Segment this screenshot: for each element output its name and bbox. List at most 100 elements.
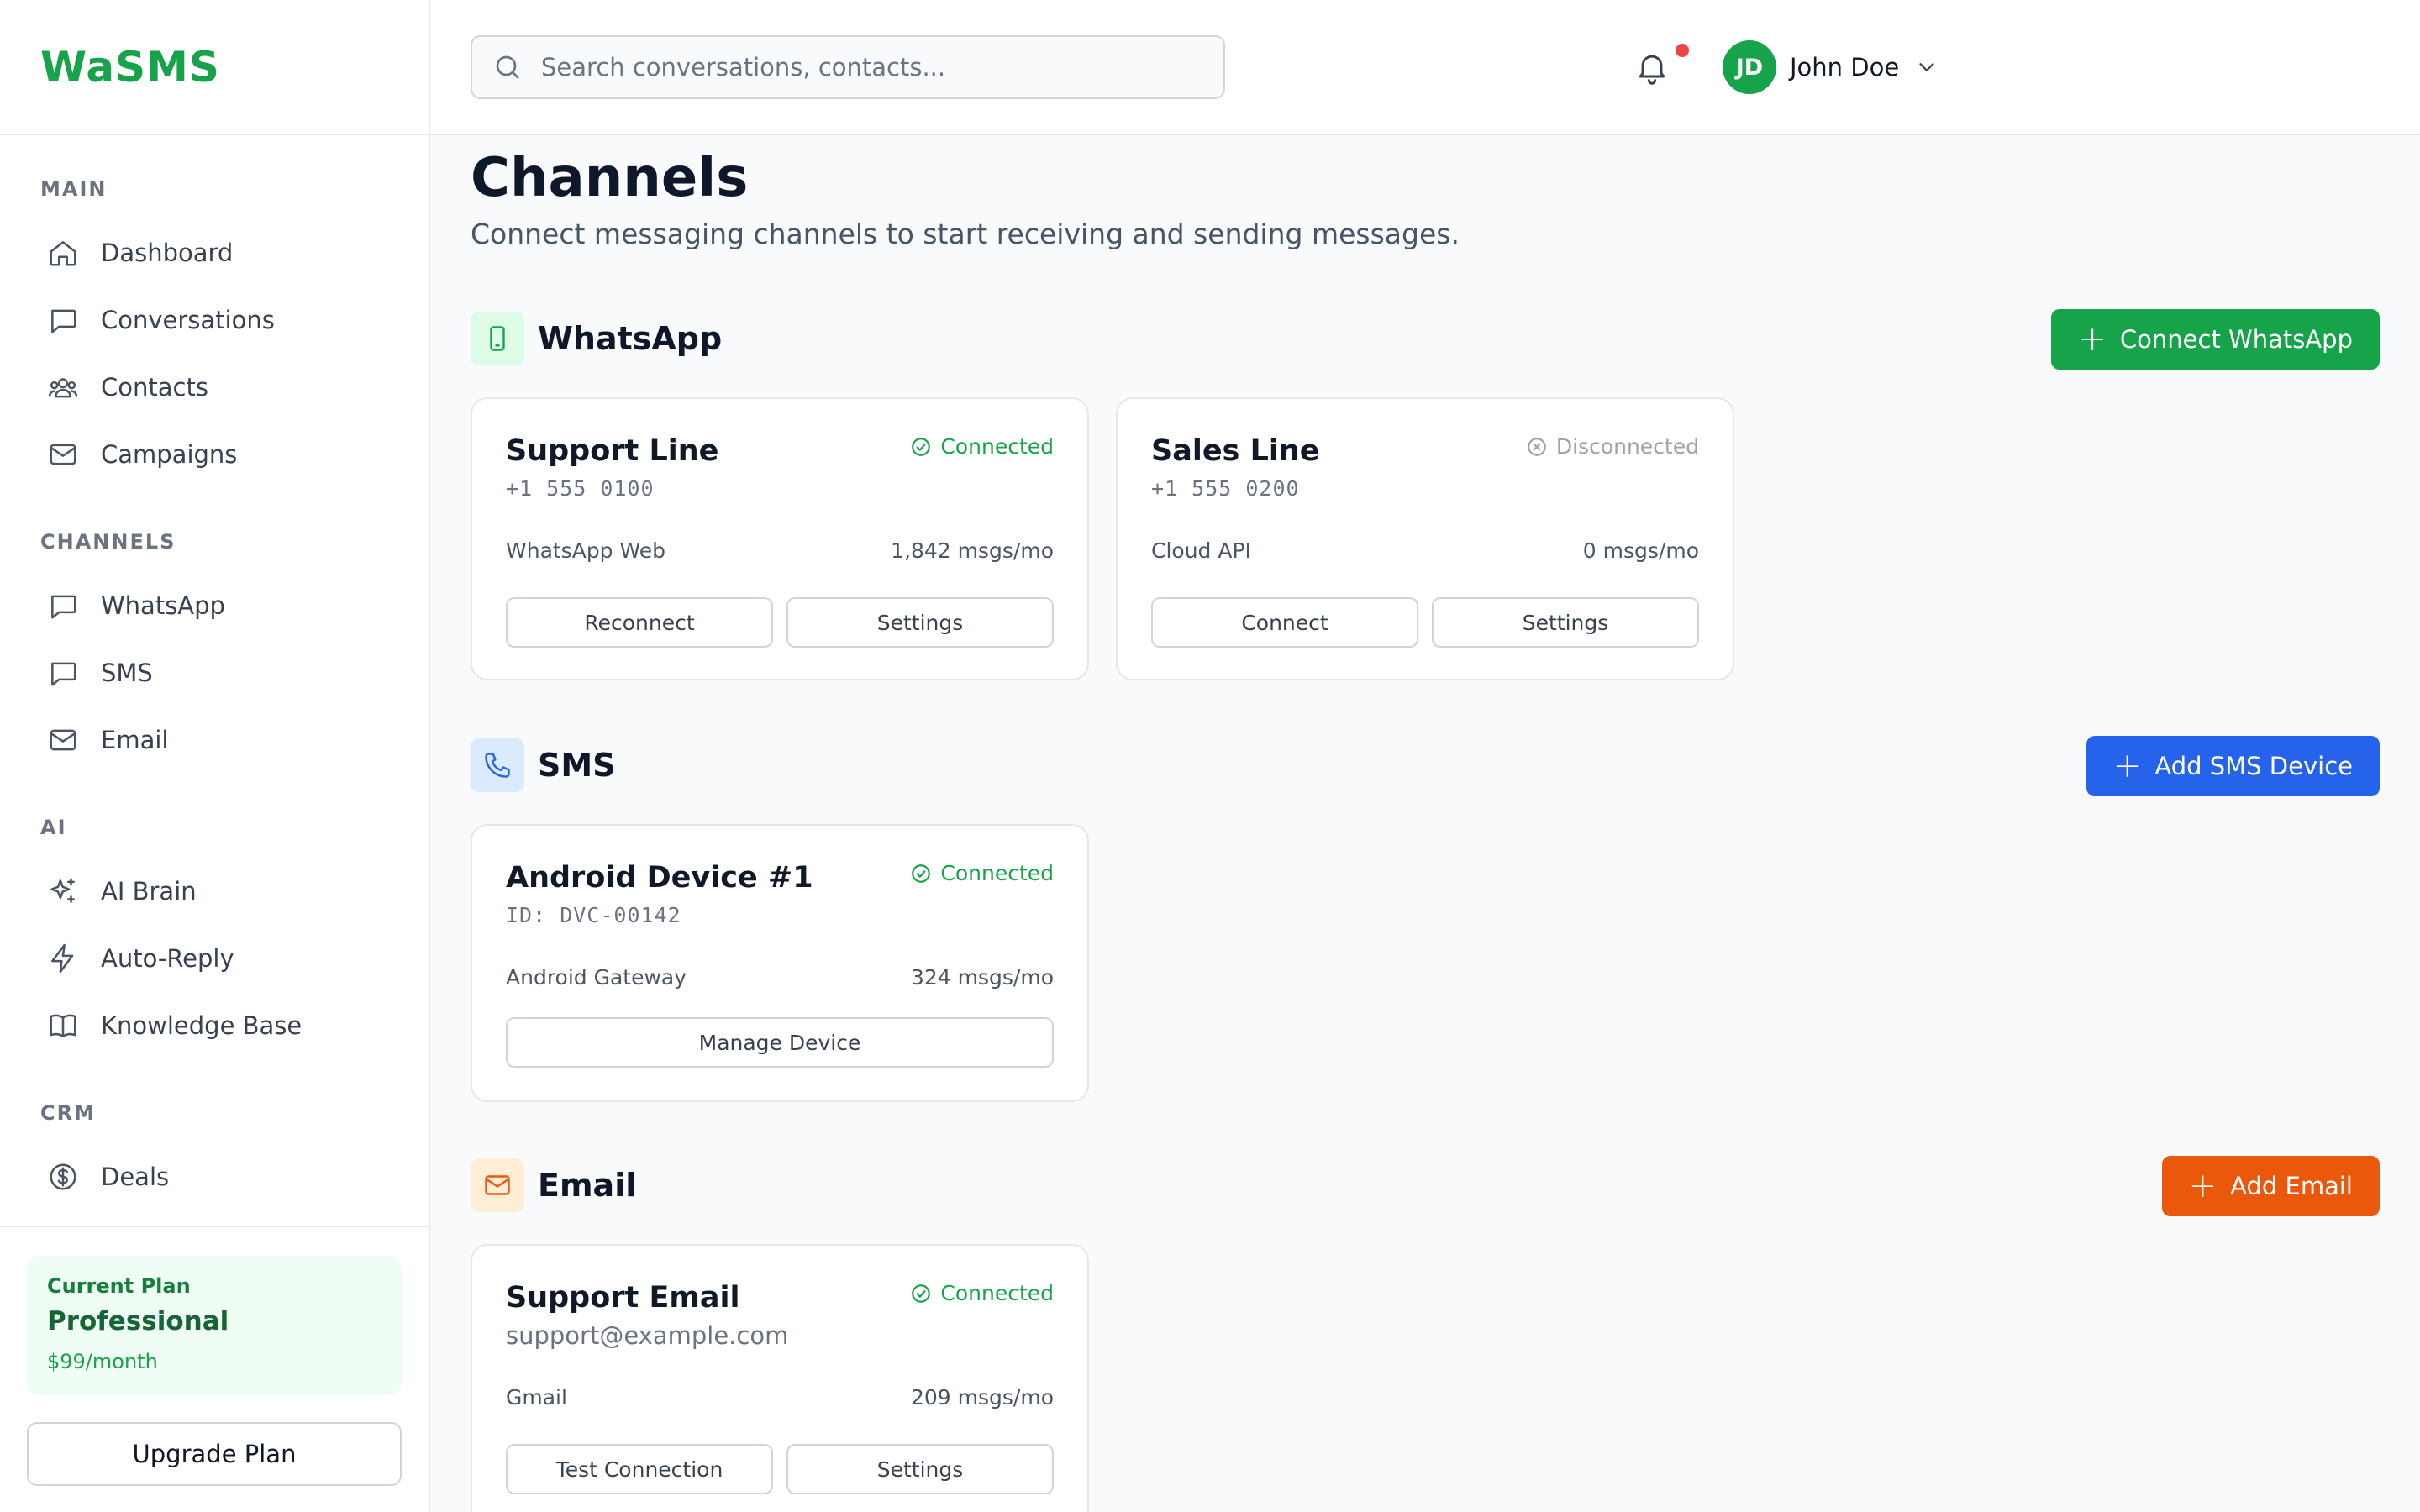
settings-button[interactable]: Settings [786, 597, 1054, 648]
status-text: Connected [940, 434, 1054, 459]
plan-price: $99/month [47, 1350, 158, 1373]
app-logo[interactable]: WaSMS [40, 43, 220, 92]
sidebar-item-auto-reply[interactable]: Auto-Reply [27, 925, 402, 992]
top-header: JD John Doe [430, 0, 2420, 135]
plan-name: Professional [47, 1306, 229, 1336]
sidebar-item-contacts[interactable]: Contacts [27, 354, 402, 421]
channel-card-support-line: Support Line +1 555 0100 Connected Whats… [471, 397, 1089, 680]
plus-icon: + [2188, 1167, 2217, 1205]
connect-button[interactable]: Connect [1151, 597, 1418, 648]
status-badge: Connected [910, 1281, 1054, 1305]
plus-icon: + [2078, 320, 2107, 359]
sidebar: WaSMS MAIN Dashboard Conversations Conta… [0, 0, 430, 1512]
channel-card-support-email: Support Email support@example.com Connec… [471, 1244, 1089, 1512]
sidebar-item-label: AI Brain [101, 877, 197, 906]
card-email-address: support@example.com [506, 1321, 789, 1350]
user-menu[interactable]: JD John Doe [1723, 39, 1939, 95]
sidebar-item-label: Conversations [101, 306, 275, 334]
card-volume: 1,842 msgs/mo [891, 538, 1054, 563]
upgrade-plan-button[interactable]: Upgrade Plan [27, 1422, 402, 1486]
email-section-header: Email [471, 1158, 2380, 1212]
settings-button[interactable]: Settings [1432, 597, 1699, 648]
button-label: Add Email [2230, 1172, 2353, 1200]
card-type: WhatsApp Web [506, 538, 666, 563]
sidebar-item-ai-brain[interactable]: AI Brain [27, 858, 402, 925]
sidebar-item-campaigns[interactable]: Campaigns [27, 421, 402, 488]
card-title: Android Device #1 [506, 861, 813, 895]
phone-device-icon [490, 326, 505, 351]
card-volume: 324 msgs/mo [910, 965, 1054, 990]
notification-dot [1676, 44, 1689, 57]
card-title: Sales Line [1151, 434, 1320, 468]
sidebar-item-label: Campaigns [101, 440, 238, 469]
card-type: Gmail [506, 1385, 567, 1410]
chat-icon [51, 595, 76, 619]
avatar: JD [1723, 40, 1776, 94]
sms-section-title: SMS [538, 747, 616, 784]
check-circle-icon [912, 437, 931, 456]
check-circle-icon [912, 1284, 931, 1303]
whatsapp-icon-box [471, 312, 524, 365]
chat-icon [51, 309, 76, 333]
connect-whatsapp-button[interactable]: + Connect WhatsApp [2051, 309, 2380, 370]
sidebar-item-label: Knowledge Base [101, 1011, 302, 1040]
card-title: Support Line [506, 434, 719, 468]
sidebar-item-whatsapp[interactable]: WhatsApp [27, 572, 402, 639]
status-text: Disconnected [1555, 434, 1699, 459]
sidebar-item-dashboard[interactable]: Dashboard [27, 219, 402, 286]
user-name: John Doe [1790, 53, 1900, 81]
card-phone: +1 555 0100 [506, 476, 655, 501]
current-plan-card: Current Plan Professional $99/month [27, 1256, 402, 1395]
status-badge: Connected [910, 861, 1054, 885]
sidebar-item-label: Auto-Reply [101, 944, 234, 973]
phone-icon [485, 753, 510, 778]
sparkles-icon [50, 878, 75, 903]
whatsapp-section-title: WhatsApp [538, 320, 723, 357]
dollar-icon [50, 1163, 76, 1190]
logo-area: WaSMS [0, 0, 429, 135]
search-box[interactable] [471, 35, 1225, 99]
sidebar-item-label: Email [101, 726, 169, 754]
sidebar-item-conversations[interactable]: Conversations [27, 286, 402, 354]
main-content: Channels Connect messaging channels to s… [471, 135, 2380, 1512]
home-icon [50, 241, 76, 266]
sidebar-item-sms[interactable]: SMS [27, 639, 402, 706]
card-volume: 209 msgs/mo [910, 1385, 1054, 1410]
sidebar-item-deals[interactable]: Deals [27, 1143, 402, 1210]
plan-label: Current Plan [47, 1274, 191, 1298]
add-email-button[interactable]: + Add Email [2161, 1156, 2380, 1216]
sidebar-item-label: Contacts [101, 373, 208, 402]
nav-section-crm: CRM [40, 1101, 96, 1125]
nav-section-main: MAIN [40, 177, 108, 201]
settings-button[interactable]: Settings [786, 1444, 1054, 1494]
add-sms-device-button[interactable]: + Add SMS Device [2086, 736, 2380, 796]
test-connection-button[interactable]: Test Connection [506, 1444, 773, 1494]
status-badge: Disconnected [1526, 434, 1699, 459]
channel-card-android-device: Android Device #1 ID: DVC-00142 Connecte… [471, 824, 1089, 1102]
sms-icon-box [471, 738, 524, 792]
page-subtitle: Connect messaging channels to start rece… [471, 218, 1460, 250]
sidebar-item-email[interactable]: Email [27, 706, 402, 774]
email-section-title: Email [538, 1167, 637, 1204]
email-icon-box [471, 1158, 524, 1212]
nav-section-channels: CHANNELS [40, 530, 176, 554]
bell-icon[interactable] [1634, 49, 1670, 86]
card-phone: +1 555 0200 [1151, 476, 1300, 501]
status-text: Connected [940, 861, 1054, 885]
search-icon [496, 55, 519, 79]
search-input[interactable] [541, 53, 1197, 81]
button-label: Connect WhatsApp [2119, 325, 2353, 354]
channel-card-sales-line: Sales Line +1 555 0200 Disconnected Clou… [1116, 397, 1734, 680]
card-device-id: ID: DVC-00142 [506, 903, 681, 927]
status-badge: Connected [910, 434, 1054, 459]
card-title: Support Email [506, 1281, 740, 1315]
users-icon [48, 378, 78, 398]
reconnect-button[interactable]: Reconnect [506, 597, 773, 648]
sidebar-item-label: SMS [101, 659, 153, 687]
book-icon [50, 1014, 76, 1037]
chevron-down-icon [1919, 63, 1934, 71]
manage-device-button[interactable]: Manage Device [506, 1017, 1054, 1068]
card-type: Android Gateway [506, 965, 687, 990]
sidebar-item-knowledge-base[interactable]: Knowledge Base [27, 992, 402, 1059]
nav-section-ai: AI [40, 816, 67, 839]
